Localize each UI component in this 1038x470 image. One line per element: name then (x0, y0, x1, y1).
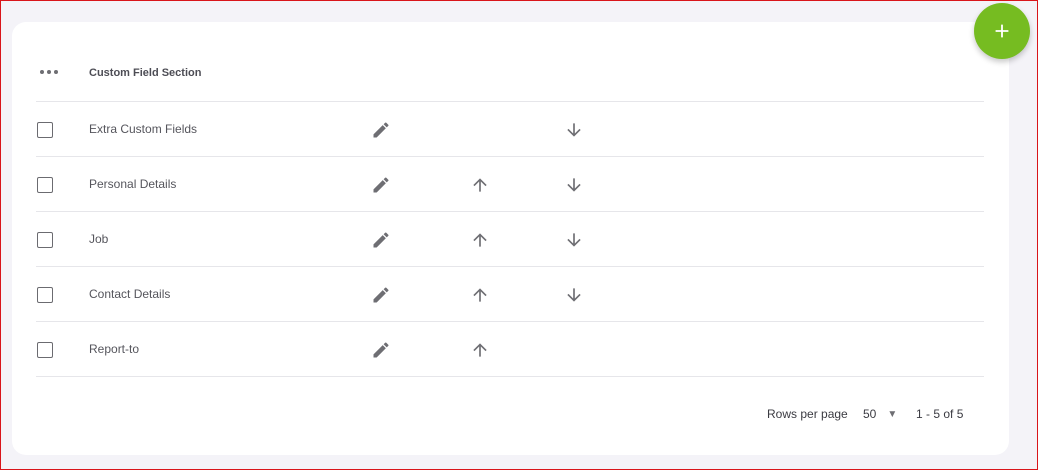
rows-per-page-label: Rows per page (767, 407, 848, 421)
arrow-down-icon[interactable] (564, 285, 584, 305)
sections-table: Custom Field Section Extra Custom Fields… (36, 47, 984, 377)
arrow-down-icon[interactable] (564, 120, 584, 140)
arrow-up-icon[interactable] (470, 230, 490, 250)
pencil-icon[interactable] (371, 340, 391, 360)
table-header: Custom Field Section (36, 47, 984, 102)
caret-down-icon: ▼ (887, 408, 898, 420)
arrow-down-icon[interactable] (564, 230, 584, 250)
row-checkbox[interactable] (37, 122, 53, 138)
arrow-up-icon[interactable] (470, 175, 490, 195)
rows-per-page-value: 50 (863, 407, 877, 421)
section-name: Extra Custom Fields (89, 122, 198, 136)
table-row: Extra Custom Fields (36, 102, 984, 157)
more-options-icon[interactable] (40, 69, 58, 75)
table-row: Contact Details (36, 267, 984, 322)
row-checkbox[interactable] (37, 177, 53, 193)
pagination-range: 1 - 5 of 5 (916, 407, 964, 421)
table-row: Job (36, 212, 984, 267)
arrow-up-icon[interactable] (470, 285, 490, 305)
pagination-footer: Rows per page 50 ▼ 1 - 5 of 5 (12, 404, 1009, 424)
add-section-button[interactable] (974, 3, 1030, 59)
pencil-icon[interactable] (371, 285, 391, 305)
custom-field-sections-card: Custom Field Section Extra Custom Fields… (12, 22, 1009, 455)
plus-icon (995, 24, 1009, 38)
column-header-section: Custom Field Section (89, 67, 202, 79)
arrow-down-icon[interactable] (564, 175, 584, 195)
row-checkbox[interactable] (37, 232, 53, 248)
row-checkbox[interactable] (37, 287, 53, 303)
section-name: Contact Details (89, 287, 171, 301)
section-name: Report-to (89, 342, 140, 356)
pencil-icon[interactable] (371, 120, 391, 140)
pencil-icon[interactable] (371, 230, 391, 250)
section-name: Personal Details (89, 177, 177, 191)
section-name: Job (89, 232, 109, 246)
pencil-icon[interactable] (371, 175, 391, 195)
rows-per-page-select[interactable]: 50 ▼ (863, 407, 897, 421)
arrow-up-icon[interactable] (470, 340, 490, 360)
row-checkbox[interactable] (37, 342, 53, 358)
table-row: Report-to (36, 322, 984, 377)
table-row: Personal Details (36, 157, 984, 212)
